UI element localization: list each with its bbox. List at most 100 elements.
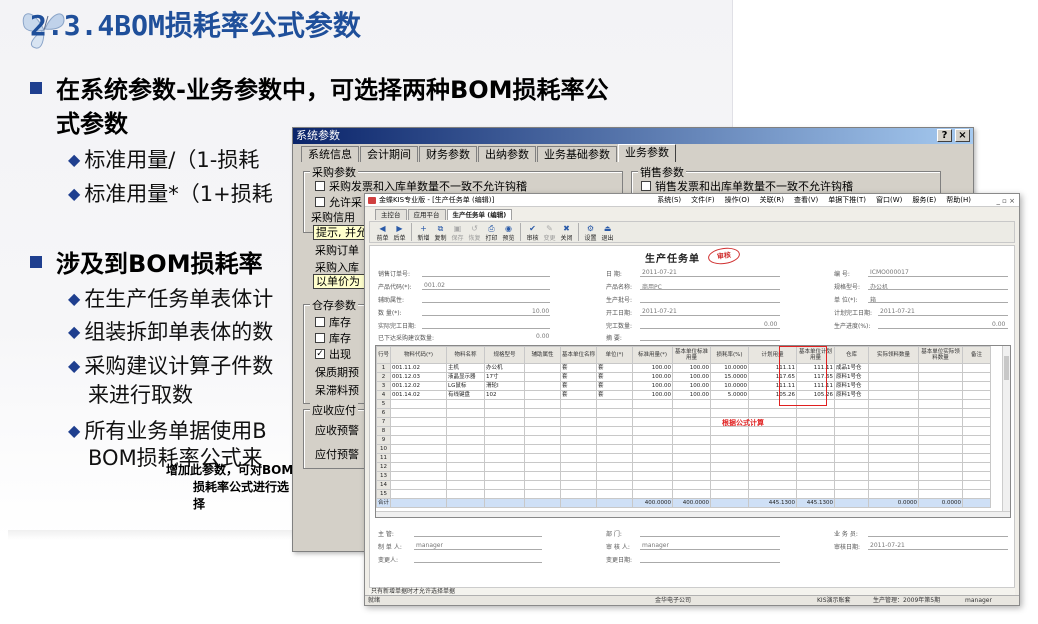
table-cell[interactable]: 10.0000 [710,363,750,373]
tab-main-console[interactable]: 主控台 [375,209,407,220]
table-cell[interactable] [390,489,448,499]
table-cell[interactable] [962,408,992,418]
tab-cashier-params[interactable]: 出纳参数 [478,146,536,162]
table-cell[interactable]: 100.00 [632,372,674,382]
table-cell[interactable] [632,471,674,481]
table-cell[interactable]: 套 [596,390,634,400]
table-cell[interactable]: 100.00 [672,363,712,373]
table-cell[interactable] [868,426,920,436]
table-cell[interactable] [446,453,486,463]
table-cell[interactable] [710,462,750,472]
table-cell[interactable] [834,426,870,436]
table-cell[interactable] [918,390,964,400]
table-cell[interactable] [868,435,920,445]
table-cell[interactable] [672,453,712,463]
table-cell[interactable] [962,480,992,490]
table-cell[interactable] [524,453,562,463]
field-quantity-value[interactable]: 10.00 [532,308,549,315]
copy-button[interactable]: ⧉ 复制 [432,222,449,242]
table-cell[interactable] [560,417,598,427]
window-controls[interactable]: _ ▫ × [996,195,1015,208]
table-cell[interactable] [632,408,674,418]
tab-app-platform[interactable]: 应用平台 [407,209,446,220]
table-cell[interactable]: 液晶显示器 [446,372,486,382]
grid-header-cell[interactable]: 基本单位实际领料数量 [918,346,964,364]
table-cell[interactable]: 原料1号仓 [834,381,870,391]
table-cell[interactable] [560,426,598,436]
field-sales-order-input[interactable] [422,276,550,277]
table-cell[interactable]: 001.12.03 [390,372,448,382]
settings-button[interactable]: ⚙ 设置 [582,222,599,242]
table-cell[interactable] [962,372,992,382]
field-salesman-input[interactable] [868,536,1008,537]
table-cell[interactable]: 100.00 [672,381,712,391]
table-cell[interactable]: 111.11 [748,381,798,391]
save-button[interactable]: ▣ 保存 [449,222,466,242]
table-cell[interactable] [962,444,992,454]
table-cell[interactable] [796,399,836,409]
table-cell[interactable] [868,471,920,481]
table-cell[interactable] [962,381,992,391]
table-cell[interactable] [596,480,634,490]
purchase-inbound-select[interactable]: 以单价为 [313,274,368,289]
table-cell[interactable] [524,372,562,382]
table-cell[interactable] [796,417,836,427]
table-cell[interactable] [524,381,562,391]
table-cell[interactable] [962,435,992,445]
menu-help[interactable]: 帮助(H) [946,194,971,207]
checkbox-icon[interactable] [315,317,325,327]
table-cell[interactable] [796,471,836,481]
table-cell[interactable] [390,480,448,490]
table-row[interactable]: 12 [376,462,992,472]
table-cell[interactable]: 117.65 [796,372,836,382]
table-cell[interactable] [796,435,836,445]
table-cell[interactable] [484,435,526,445]
table-cell[interactable] [560,489,598,499]
preview-button[interactable]: ◉ 预览 [500,222,517,242]
table-cell[interactable] [524,399,562,409]
table-cell[interactable] [524,408,562,418]
table-cell[interactable] [596,399,634,409]
table-cell[interactable] [748,435,798,445]
tab-business-basic-params[interactable]: 业务基础参数 [537,146,617,162]
table-cell[interactable] [484,489,526,499]
table-cell[interactable]: 105.26 [748,390,798,400]
table-cell[interactable] [868,417,920,427]
table-cell[interactable] [632,444,674,454]
grid-header-cell[interactable]: 标准用量(*) [632,346,674,364]
menu-window[interactable]: 窗口(W) [876,194,902,207]
table-cell[interactable] [672,435,712,445]
table-row[interactable]: 1 001.11.02 主机 办公机套套 100.00 100.00 10.0000 111.… [376,363,992,373]
table-cell[interactable] [484,444,526,454]
table-cell[interactable] [672,444,712,454]
grid-header-cell[interactable]: 实际领料数量 [868,346,920,364]
table-cell[interactable] [484,399,526,409]
purchase-credit-select[interactable]: 提示, 并允 [313,225,368,240]
table-cell[interactable] [632,489,674,499]
new-button[interactable]: + 新增 [415,222,432,242]
checkmark-icon[interactable]: ✓ [315,349,325,359]
table-cell[interactable] [560,399,598,409]
table-cell[interactable] [632,399,674,409]
menu-operation[interactable]: 操作(O) [725,194,750,207]
table-cell[interactable] [524,390,562,400]
table-cell[interactable]: 套 [560,363,598,373]
table-cell[interactable]: 111.11 [796,363,836,373]
grid-vertical-scrollbar[interactable] [1002,346,1010,517]
table-cell[interactable]: 17寸 [484,372,526,382]
table-cell[interactable] [446,444,486,454]
table-cell[interactable] [596,462,634,472]
table-cell[interactable] [868,444,920,454]
table-cell[interactable] [560,408,598,418]
table-cell[interactable] [868,390,920,400]
table-cell[interactable] [672,480,712,490]
field-summary-input[interactable] [640,340,780,341]
table-cell[interactable] [868,489,920,499]
table-row[interactable]: 8 [376,426,992,436]
table-cell[interactable] [868,462,920,472]
grid-header-cell[interactable]: 基本单位计划用量 [796,346,836,364]
field-dept-input[interactable] [640,536,780,537]
table-cell[interactable]: 001.12.02 [390,381,448,391]
table-row[interactable]: 5 [376,399,992,409]
table-cell[interactable] [918,417,964,427]
